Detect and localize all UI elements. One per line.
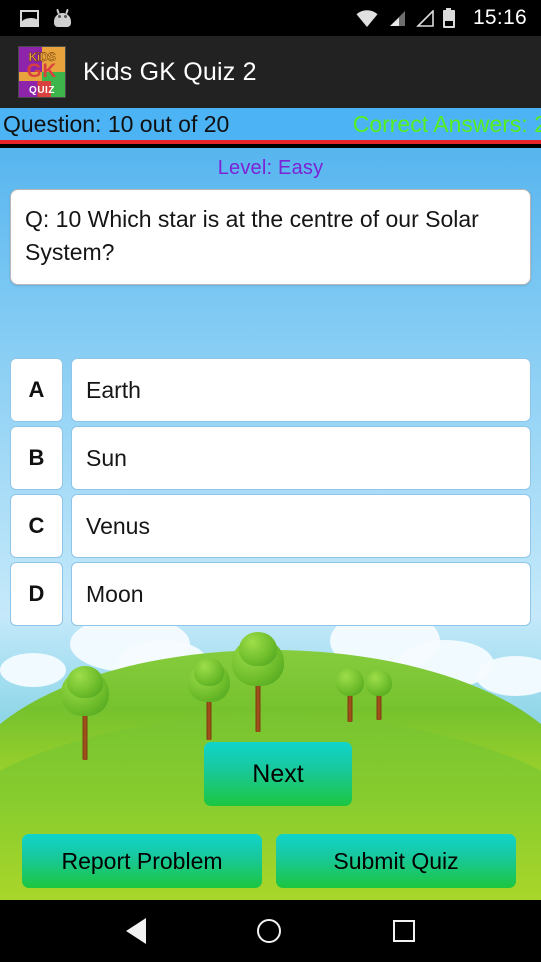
- status-bar-notifications: [20, 8, 72, 27]
- status-bar: 15:16: [0, 0, 541, 36]
- app-screen: 15:16 KiDS GK QUIZ Kids GK Quiz 2 Questi…: [0, 0, 541, 962]
- status-bar-time: 15:16: [472, 6, 527, 29]
- report-problem-button[interactable]: Report Problem: [22, 834, 262, 888]
- answer-option-c[interactable]: C Venus: [10, 494, 531, 558]
- recents-icon[interactable]: [393, 920, 416, 942]
- bottom-action-bar: Report Problem Submit Quiz: [0, 830, 541, 900]
- logo-line-2: GK: [26, 61, 58, 82]
- question-text: Q: 10 Which star is at the centre of our…: [10, 189, 531, 285]
- home-icon[interactable]: [257, 919, 282, 943]
- level-label: Level: Easy: [217, 157, 324, 179]
- answer-option-b[interactable]: B Sun: [10, 426, 531, 490]
- photo-icon: [20, 9, 39, 27]
- option-text-b[interactable]: Sun: [71, 426, 531, 490]
- battery-icon: [442, 8, 455, 28]
- app-logo-icon: KiDS GK QUIZ: [18, 46, 66, 98]
- submit-quiz-button[interactable]: Submit Quiz: [276, 834, 516, 888]
- question-progress-label: Question: 10 out of 20: [3, 110, 230, 137]
- option-letter-b[interactable]: B: [10, 426, 63, 490]
- android-navigation-bar: [0, 900, 541, 962]
- option-letter-c[interactable]: C: [10, 494, 63, 558]
- correct-answers-label: Correct Answers: 2: [352, 110, 541, 137]
- next-button[interactable]: Next: [204, 742, 352, 806]
- option-letter-a[interactable]: A: [10, 358, 63, 422]
- option-text-a[interactable]: Earth: [71, 358, 531, 422]
- app-bar: KiDS GK QUIZ Kids GK Quiz 2: [0, 36, 541, 108]
- signal-icon: [389, 10, 405, 26]
- option-letter-d[interactable]: D: [10, 562, 63, 626]
- back-icon[interactable]: [125, 918, 146, 944]
- answer-option-a[interactable]: A Earth: [10, 358, 531, 422]
- wifi-icon: [356, 9, 378, 27]
- answer-option-d[interactable]: D Moon: [10, 562, 531, 626]
- app-title: Kids GK Quiz 2: [83, 57, 257, 86]
- signal-alt-icon: [416, 9, 434, 27]
- option-text-d[interactable]: Moon: [71, 562, 531, 626]
- status-bar-system-icons: 15:16: [356, 6, 527, 30]
- answer-options-list: A Earth B Sun C Venus D Moon: [0, 358, 541, 630]
- logo-line-3: QUIZ: [29, 85, 55, 96]
- info-bar: Question: 10 out of 20 Correct Answers: …: [0, 108, 541, 144]
- option-text-c[interactable]: Venus: [71, 494, 531, 558]
- android-icon: [53, 8, 72, 27]
